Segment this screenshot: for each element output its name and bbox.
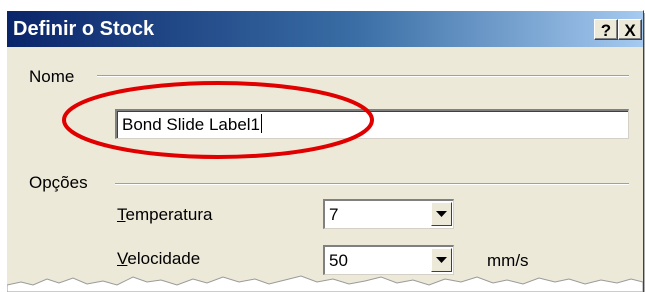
dialog-title: Definir o Stock — [13, 18, 155, 40]
torn-edge-decoration — [7, 275, 643, 292]
velocidade-unit: mm/s — [487, 251, 529, 270]
title-bar[interactable]: Definir o Stock ? X — [7, 11, 643, 47]
nome-group-divider — [97, 75, 629, 77]
close-button[interactable]: X — [618, 19, 642, 40]
help-button[interactable]: ? — [594, 19, 618, 40]
temperatura-dropdown[interactable]: 7 — [323, 199, 454, 229]
opcoes-group-label: Opções — [29, 173, 92, 193]
velocidade-label: Velocidade — [117, 249, 201, 268]
temperatura-dropdown-button[interactable] — [431, 202, 452, 226]
temperatura-label: Temperatura — [117, 205, 213, 224]
velocidade-dropdown-button[interactable] — [431, 248, 452, 272]
opcoes-group-divider — [115, 183, 629, 185]
chevron-down-icon — [436, 211, 447, 217]
velocidade-dropdown[interactable]: 50 — [323, 245, 454, 275]
highlight-ellipse — [62, 81, 374, 159]
chevron-down-icon — [436, 257, 447, 263]
velocidade-value: 50 — [329, 251, 348, 270]
temperatura-value: 7 — [329, 205, 339, 224]
